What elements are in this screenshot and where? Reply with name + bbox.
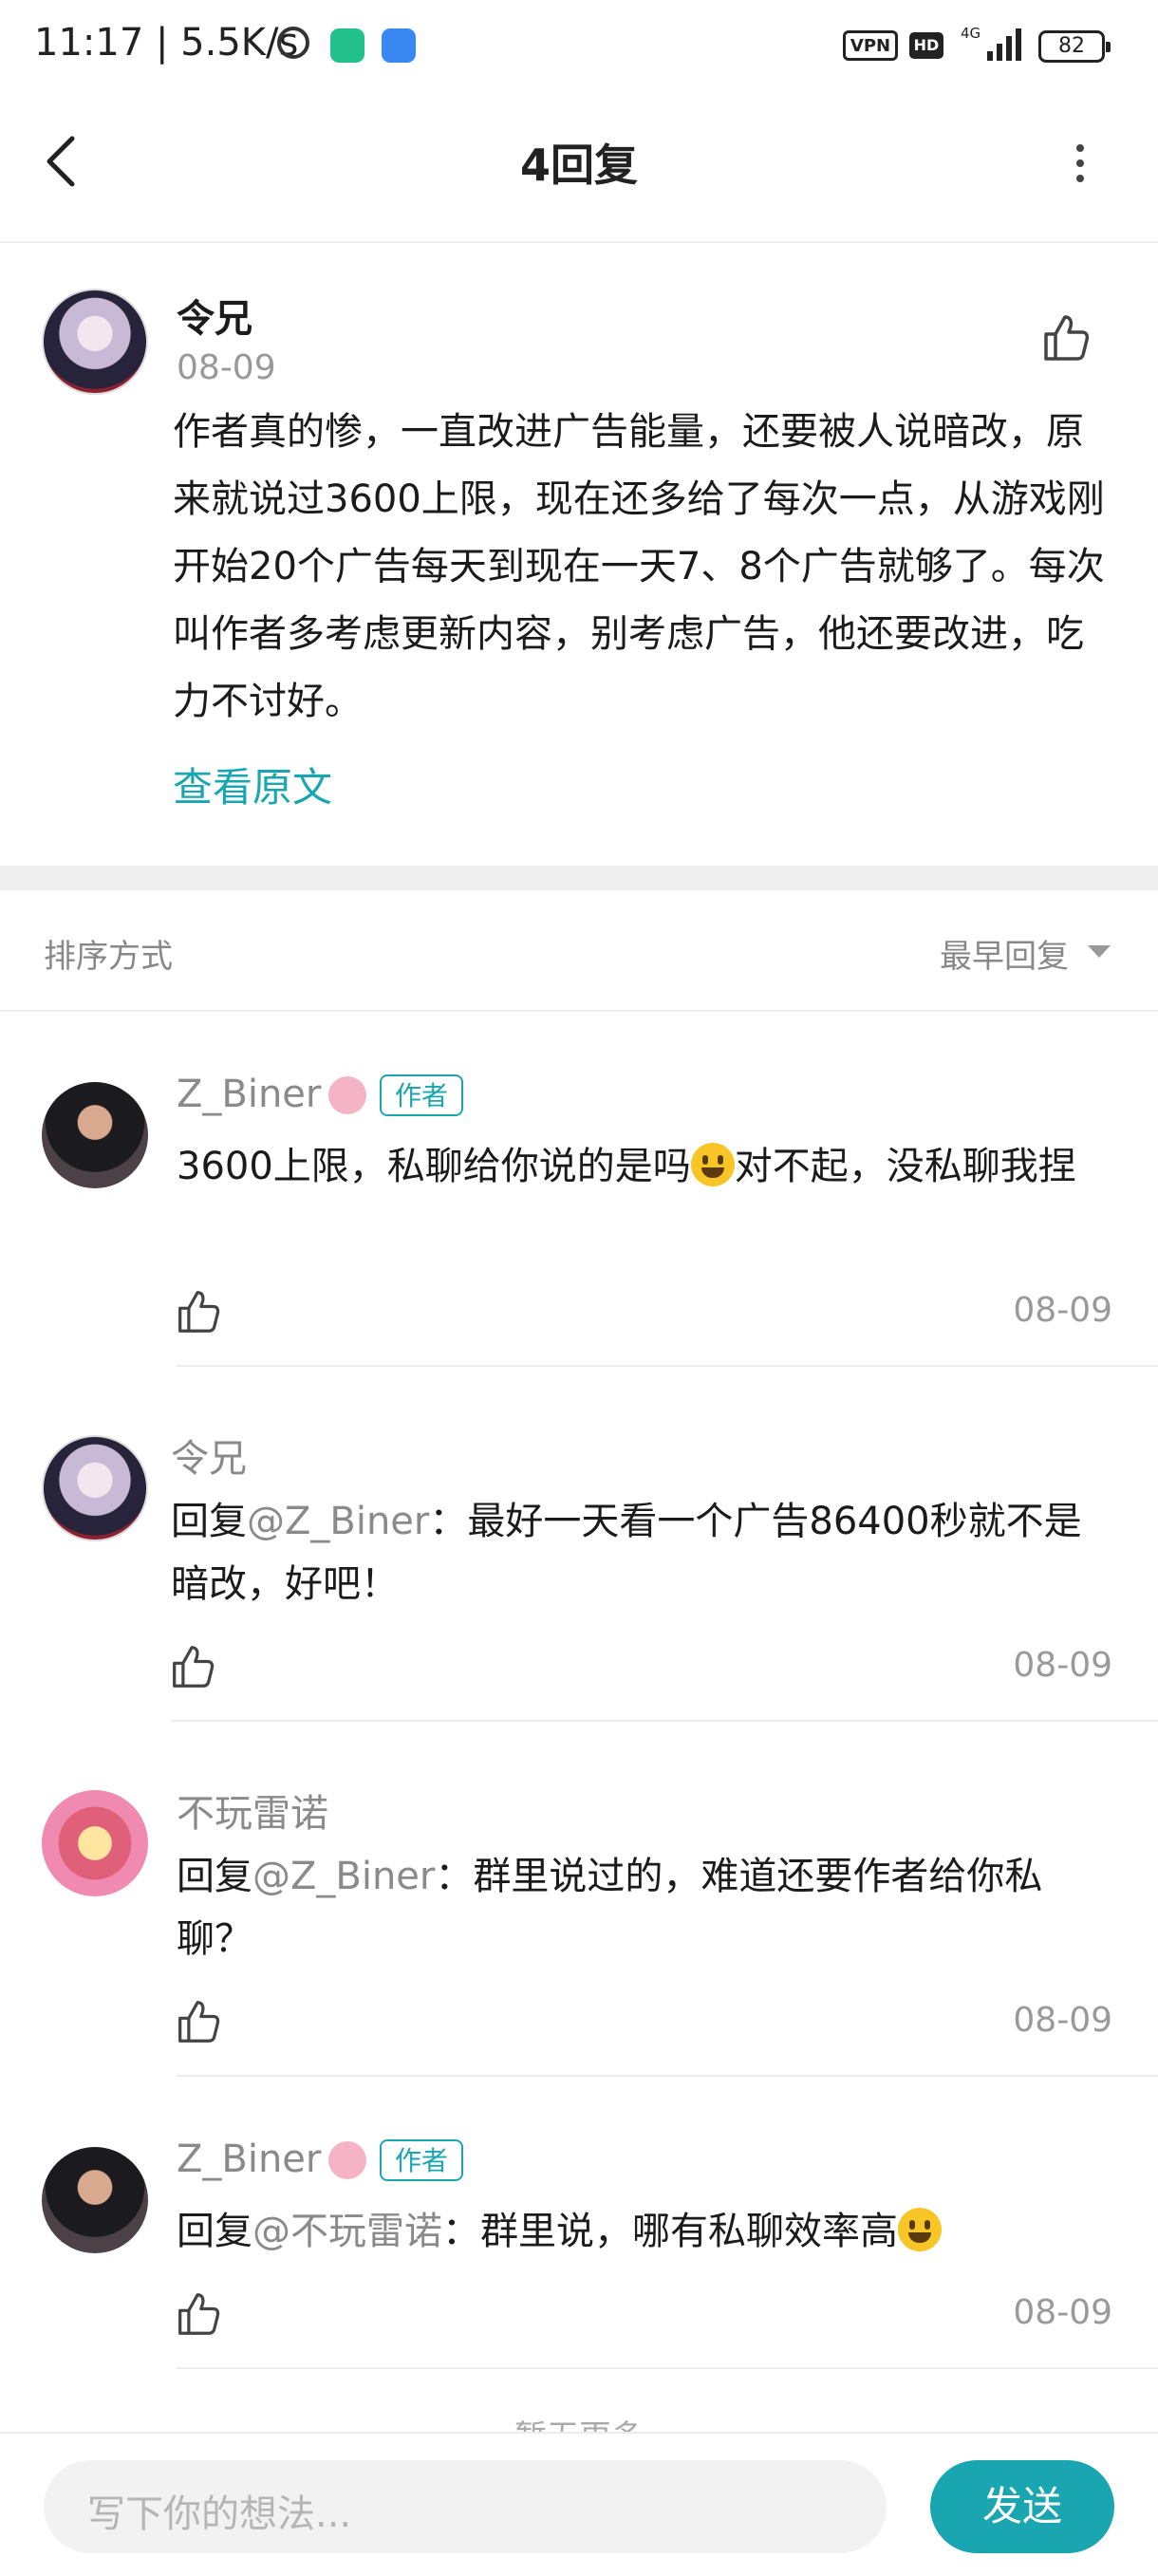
avatar[interactable]	[42, 1435, 148, 1541]
mention-link[interactable]: @不玩雷诺	[252, 2210, 442, 2253]
page-title: 4回复	[519, 140, 638, 191]
hd-indicator: HD	[909, 32, 943, 59]
comment-body: 作者真的惨，一直改进广告能量，还要被人说暗改，原来就说过3600上限，现在还多给…	[173, 410, 1105, 723]
like-button[interactable]	[177, 1999, 220, 2044]
shield-app-icon	[330, 28, 364, 63]
author-badge: 作者	[380, 1074, 464, 1116]
reply-text: 对不起，没私聊我捏	[734, 1145, 1076, 1188]
level-badge-icon	[328, 1076, 366, 1114]
like-button[interactable]	[171, 1644, 215, 1689]
more-vertical-icon	[1076, 144, 1084, 182]
avatar[interactable]	[42, 1082, 148, 1188]
thumbs-up-icon	[178, 2293, 220, 2335]
reply-divider	[177, 2367, 1158, 2369]
reply-prefix: 回复	[177, 1855, 252, 1898]
vpn-indicator: VPN	[843, 30, 898, 61]
smiley-emoji-icon	[690, 1143, 735, 1186]
feather-app-icon	[382, 28, 416, 63]
reply-divider	[171, 1720, 1158, 1722]
thumbs-up-icon	[1044, 315, 1090, 361]
reply-date: 08-09	[1013, 1646, 1112, 1685]
comment-author[interactable]: 令兄	[177, 288, 252, 343]
reply-date: 08-09	[1013, 2293, 1112, 2332]
avatar[interactable]	[42, 2147, 148, 2253]
reply-date: 08-09	[1013, 1291, 1112, 1330]
reply-body: 回复@Z_Biner：最好一天看一个广告86400秒就不是暗改，好吧！	[171, 1490, 1111, 1615]
reply-author[interactable]: Z_Biner	[177, 2137, 321, 2181]
level-badge-icon	[328, 2141, 366, 2179]
reply-text: 3600上限，私聊给你说的是吗	[177, 1145, 691, 1188]
reply-body: 回复@不玩雷诺：群里说，哪有私聊效率高	[177, 2200, 1107, 2263]
like-button[interactable]	[177, 2291, 220, 2337]
comment-date: 08-09	[177, 348, 276, 387]
reply-divider	[177, 2075, 1158, 2077]
mention-link[interactable]: @Z_Biner	[252, 1855, 435, 1898]
more-button[interactable]	[1063, 142, 1097, 184]
reply-body: 回复@Z_Biner：群里说过的，难道还要作者给你私聊？	[177, 1845, 1088, 1970]
status-time: 11:17 | 5.5K/s	[34, 21, 299, 65]
reply-body: 3600上限，私聊给你说的是吗 对不起，没私聊我捏	[177, 1135, 1107, 1198]
reply-prefix: 回复	[177, 2210, 252, 2253]
battery-icon: 82	[1038, 30, 1111, 63]
sort-dropdown[interactable]: 最早回复	[940, 930, 1069, 977]
sort-label: 排序方式	[44, 938, 173, 976]
mention-link[interactable]: @Z_Biner	[247, 1500, 429, 1543]
network-label: 4G	[961, 25, 981, 42]
reply-author[interactable]: 不玩雷诺	[177, 1783, 328, 1838]
signal-icon: 4G	[961, 25, 1021, 61]
like-button[interactable]	[177, 1289, 220, 1335]
alarm-icon	[277, 27, 309, 59]
section-separator	[0, 866, 1158, 890]
reply-divider	[177, 1365, 1158, 1367]
send-button[interactable]: 发送	[930, 2460, 1114, 2553]
reply-date: 08-09	[1013, 2001, 1112, 2040]
smiley-emoji-icon	[898, 2208, 942, 2251]
author-badge: 作者	[380, 2139, 464, 2181]
caret-down-icon[interactable]	[1088, 945, 1111, 958]
view-original-link[interactable]: 查看原文	[173, 756, 332, 813]
reply-author[interactable]: Z_Biner	[177, 1073, 321, 1116]
status-bar: 11:17 | 5.5K/s VPN HD 4G 82	[0, 0, 1158, 95]
thumbs-up-icon	[178, 1291, 220, 1333]
comment-input-placeholder[interactable]: 写下你的想法...	[87, 2483, 351, 2538]
thumbs-up-icon	[173, 1646, 215, 1688]
avatar[interactable]	[42, 1790, 148, 1896]
reply-text: ：群里说，哪有私聊效率高	[442, 2210, 898, 2253]
reply-prefix: 回复	[171, 1500, 247, 1543]
thumbs-up-icon	[178, 2001, 220, 2043]
sort-divider	[0, 1010, 1158, 1012]
like-button[interactable]	[1042, 313, 1090, 363]
header-divider	[0, 241, 1158, 243]
avatar[interactable]	[42, 289, 148, 395]
reply-author[interactable]: 令兄	[171, 1428, 247, 1483]
